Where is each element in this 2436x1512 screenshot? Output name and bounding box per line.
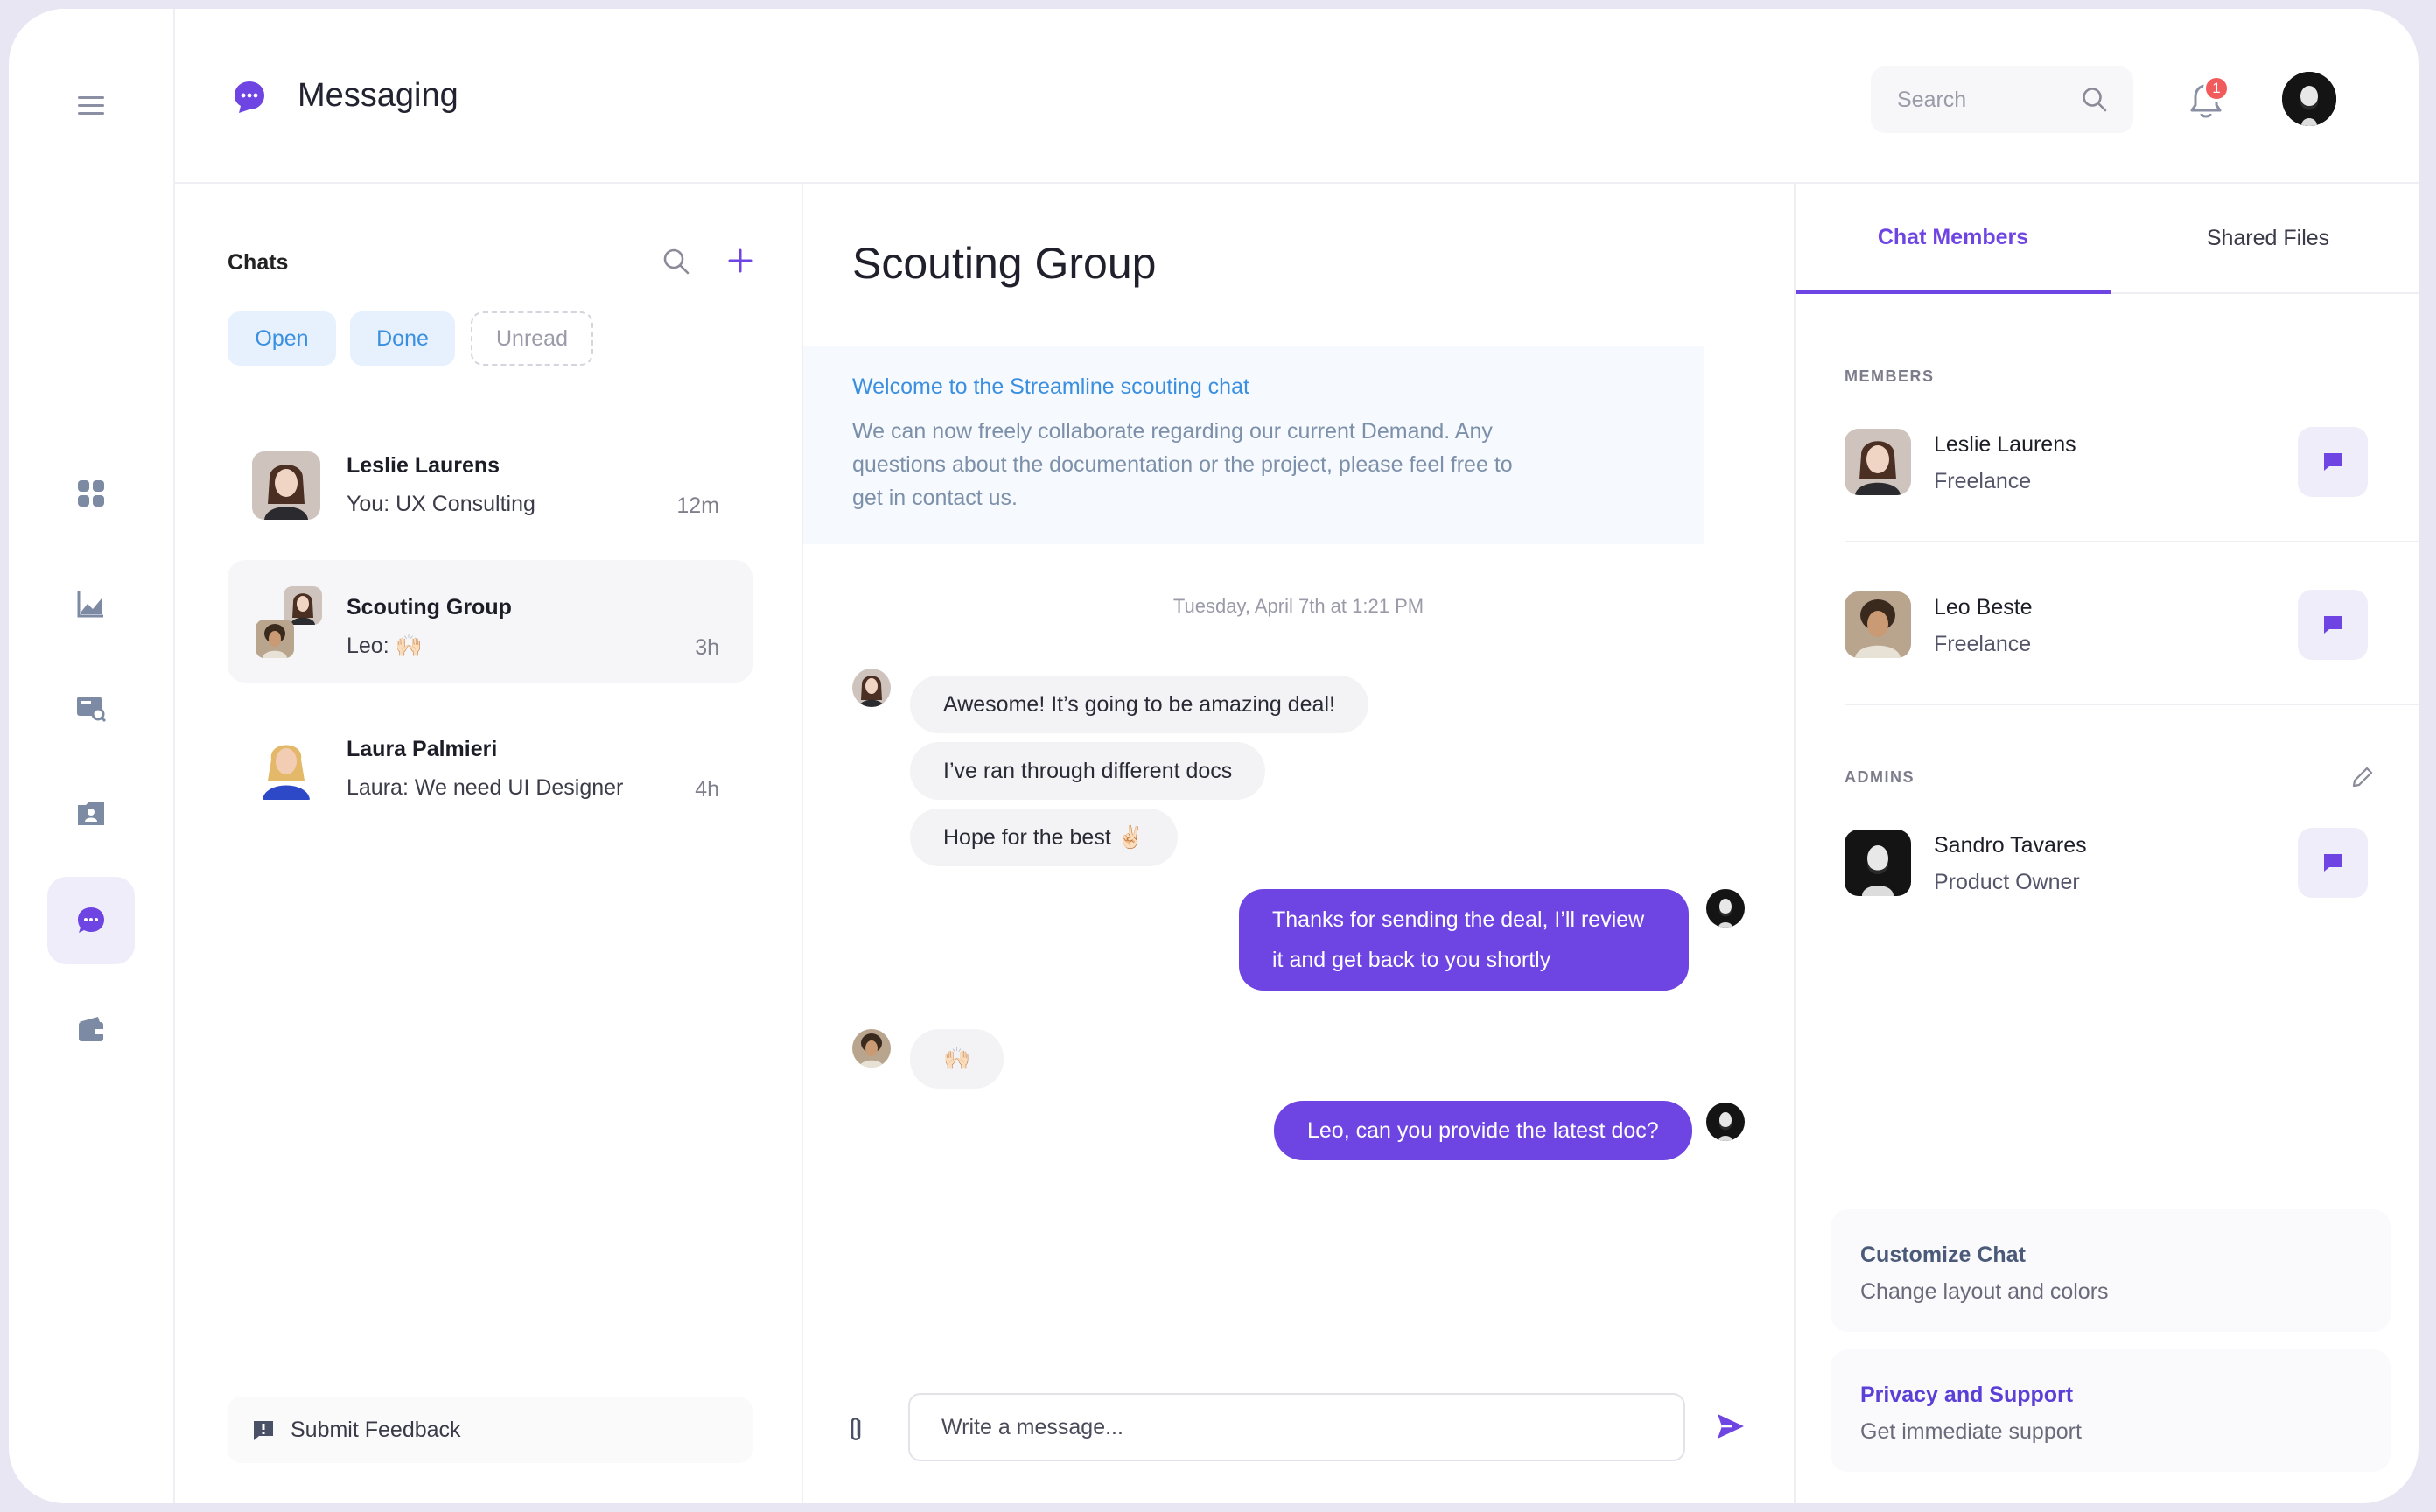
message-bubble-mine: Leo, can you provide the latest doc? — [1274, 1101, 1692, 1160]
card-title: Customize Chat — [1860, 1242, 2026, 1267]
chat-time: 4h — [695, 777, 719, 802]
welcome-title: Welcome to the Streamline scouting chat — [852, 374, 1250, 399]
member-role: Product Owner — [1934, 870, 2080, 894]
member-name: Leo Beste — [1934, 595, 2033, 620]
avatar — [1706, 1102, 1745, 1141]
privacy-support-card[interactable]: Privacy and Support Get immediate suppor… — [1830, 1349, 2390, 1472]
search-icon[interactable] — [662, 247, 691, 276]
details-panel: Chat Members Shared Files MEMBERS Leslie… — [1796, 184, 2418, 1503]
member-name: Leslie Laurens — [1934, 432, 2076, 457]
chat-name: Leslie Laurens — [346, 453, 500, 478]
admins-label: ADMINS — [1844, 768, 1914, 786]
notification-badge: 1 — [2203, 75, 2230, 102]
members-label: MEMBERS — [1844, 368, 1935, 385]
message-member-button[interactable] — [2298, 828, 2368, 898]
chat-name: Laura Palmieri — [346, 737, 498, 761]
analytics-icon[interactable] — [47, 560, 135, 648]
message-bubble: Awesome! It’s going to be amazing deal! — [910, 676, 1368, 733]
member-leo-beste: Leo Beste Freelance — [1844, 590, 2370, 662]
messaging-icon[interactable] — [47, 877, 135, 964]
card-title: Privacy and Support — [1860, 1382, 2074, 1407]
plus-icon[interactable] — [724, 245, 756, 276]
filter-open[interactable]: Open — [228, 312, 336, 366]
welcome-body: We can now freely collaborate regarding … — [852, 419, 1513, 510]
message-bubble: 🙌🏻 — [910, 1029, 1004, 1088]
filter-done[interactable]: Done — [350, 312, 455, 366]
message-timestamp: Tuesday, April 7th at 1:21 PM — [1172, 595, 1424, 617]
feedback-icon — [254, 1421, 273, 1440]
message-composer — [803, 1393, 1794, 1466]
avatar — [284, 586, 322, 625]
chat-name: Scouting Group — [346, 595, 512, 620]
send-icon[interactable] — [1715, 1410, 1746, 1442]
message-bubble-mine: Thanks for sending the deal, I’ll review… — [1239, 889, 1689, 990]
message-bubble: I’ve ran through different docs — [910, 742, 1266, 800]
avatar — [1844, 830, 1911, 896]
welcome-banner: Welcome to the Streamline scouting chat … — [803, 346, 1704, 544]
message-member-button[interactable] — [2298, 427, 2368, 497]
search-icon[interactable] — [2081, 86, 2109, 114]
chat-item-leslie-laurens[interactable]: Leslie Laurens You: UX Consulting 12m — [228, 418, 752, 541]
divider — [1844, 704, 2418, 705]
chats-heading: Chats — [228, 250, 289, 275]
filter-unread[interactable]: Unread — [471, 312, 593, 366]
avatar — [256, 620, 294, 658]
app-logo-icon — [234, 81, 264, 113]
chat-preview: You: UX Consulting — [346, 492, 536, 516]
avatar — [252, 732, 320, 800]
chat-bubble-icon — [2324, 453, 2342, 471]
chat-time: 12m — [676, 494, 719, 518]
chat-time: 3h — [695, 635, 719, 660]
avatar — [1844, 429, 1911, 495]
message-input[interactable] — [908, 1393, 1685, 1461]
card-subtitle: Change layout and colors — [1860, 1279, 2109, 1304]
app-window: Messaging 1 Chats — [9, 9, 2418, 1503]
feedback-label: Submit Feedback — [290, 1418, 461, 1442]
avatar — [252, 452, 320, 520]
search-input[interactable] — [1897, 84, 2072, 116]
chat-bubble-icon — [2324, 854, 2342, 872]
chat-item-scouting-group[interactable]: Scouting Group Leo: 🙌🏻 3h — [228, 560, 752, 682]
global-search[interactable] — [1871, 66, 2133, 133]
chat-preview: Laura: We need UI Designer — [346, 775, 624, 800]
message-bubble: Hope for the best ✌🏻 — [910, 808, 1178, 866]
wallet-icon[interactable] — [47, 985, 135, 1073]
tab-shared-files[interactable]: Shared Files — [2110, 184, 2418, 294]
admin-sandro-tavares: Sandro Tavares Product Owner — [1844, 828, 2370, 900]
avatar — [1706, 889, 1745, 928]
member-role: Freelance — [1934, 469, 2032, 494]
tab-chat-members[interactable]: Chat Members — [1796, 184, 2110, 294]
chat-bubble-icon — [2324, 616, 2342, 634]
submit-feedback-button[interactable]: Submit Feedback — [228, 1396, 752, 1463]
attachment-icon[interactable] — [842, 1414, 870, 1446]
avatar — [852, 668, 891, 707]
chat-item-laura-palmieri[interactable]: Laura Palmieri Laura: We need UI Designe… — [228, 702, 752, 824]
divider — [1844, 541, 2418, 542]
member-leslie-laurens: Leslie Laurens Freelance — [1844, 427, 2370, 499]
chat-list-panel: Chats Open Done Unread Leslie Laurens Yo… — [175, 184, 803, 1503]
pencil-icon[interactable] — [2350, 765, 2375, 789]
customize-chat-card[interactable]: Customize Chat Change layout and colors — [1830, 1209, 2390, 1332]
search-records-icon[interactable] — [47, 665, 135, 752]
avatar — [1844, 592, 1911, 658]
card-subtitle: Get immediate support — [1860, 1419, 2082, 1444]
nav-rail — [9, 9, 175, 1503]
dashboard-icon[interactable] — [47, 450, 135, 537]
app-title: Messaging — [298, 77, 458, 114]
top-header: Messaging 1 — [175, 9, 2418, 184]
member-role: Freelance — [1934, 632, 2032, 656]
conversation-title: Scouting Group — [852, 239, 1157, 288]
avatar — [852, 1029, 891, 1068]
message-member-button[interactable] — [2298, 590, 2368, 660]
conversation-panel: Scouting Group Welcome to the Streamline… — [803, 184, 1796, 1503]
chat-preview: Leo: 🙌🏻 — [346, 634, 423, 658]
contacts-icon[interactable] — [47, 770, 135, 858]
member-name: Sandro Tavares — [1934, 833, 2087, 858]
menu-icon[interactable] — [47, 61, 135, 149]
user-avatar[interactable] — [2282, 72, 2336, 126]
